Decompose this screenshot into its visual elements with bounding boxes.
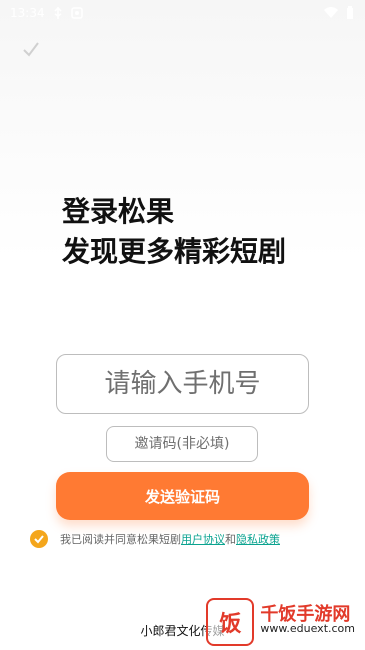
usb-icon bbox=[53, 7, 63, 19]
phone-input[interactable] bbox=[56, 354, 309, 414]
headline-line1: 登录松果 bbox=[62, 195, 175, 228]
headline: 登录松果 发现更多精彩短剧 bbox=[62, 192, 342, 272]
status-left: 13:34 bbox=[10, 6, 83, 20]
user-agreement-link[interactable]: 用户协议 bbox=[181, 531, 225, 547]
agreement-row: 我已阅读并同意松果短剧 用户协议 和 隐私政策 bbox=[30, 530, 280, 548]
status-time: 13:34 bbox=[10, 6, 45, 20]
agreement-text: 我已阅读并同意松果短剧 bbox=[60, 533, 181, 546]
status-right bbox=[323, 6, 355, 20]
watermark-url: www.eduext.com bbox=[260, 622, 355, 635]
send-code-button[interactable]: 发送验证码 bbox=[56, 472, 309, 520]
back-button[interactable] bbox=[20, 38, 42, 60]
notification-icon bbox=[70, 7, 83, 19]
agreement-checkbox[interactable] bbox=[30, 530, 48, 548]
watermark-logo: 饭 bbox=[206, 598, 255, 646]
check-icon bbox=[23, 42, 39, 57]
wifi-icon bbox=[323, 7, 339, 19]
invite-code-input[interactable] bbox=[106, 426, 258, 462]
agreement-and: 和 bbox=[225, 533, 236, 546]
watermark: 饭 千饭手游网 www.eduext.com bbox=[206, 598, 355, 646]
privacy-policy-link[interactable]: 隐私政策 bbox=[236, 531, 280, 547]
battery-icon bbox=[345, 6, 355, 20]
watermark-text: 千饭手游网 www.eduext.com bbox=[260, 604, 355, 636]
status-bar: 13:34 bbox=[0, 0, 365, 26]
checkmark-icon bbox=[34, 535, 44, 544]
headline-line2: 发现更多精彩短剧 bbox=[62, 235, 287, 268]
watermark-title: 千饭手游网 bbox=[260, 604, 351, 625]
